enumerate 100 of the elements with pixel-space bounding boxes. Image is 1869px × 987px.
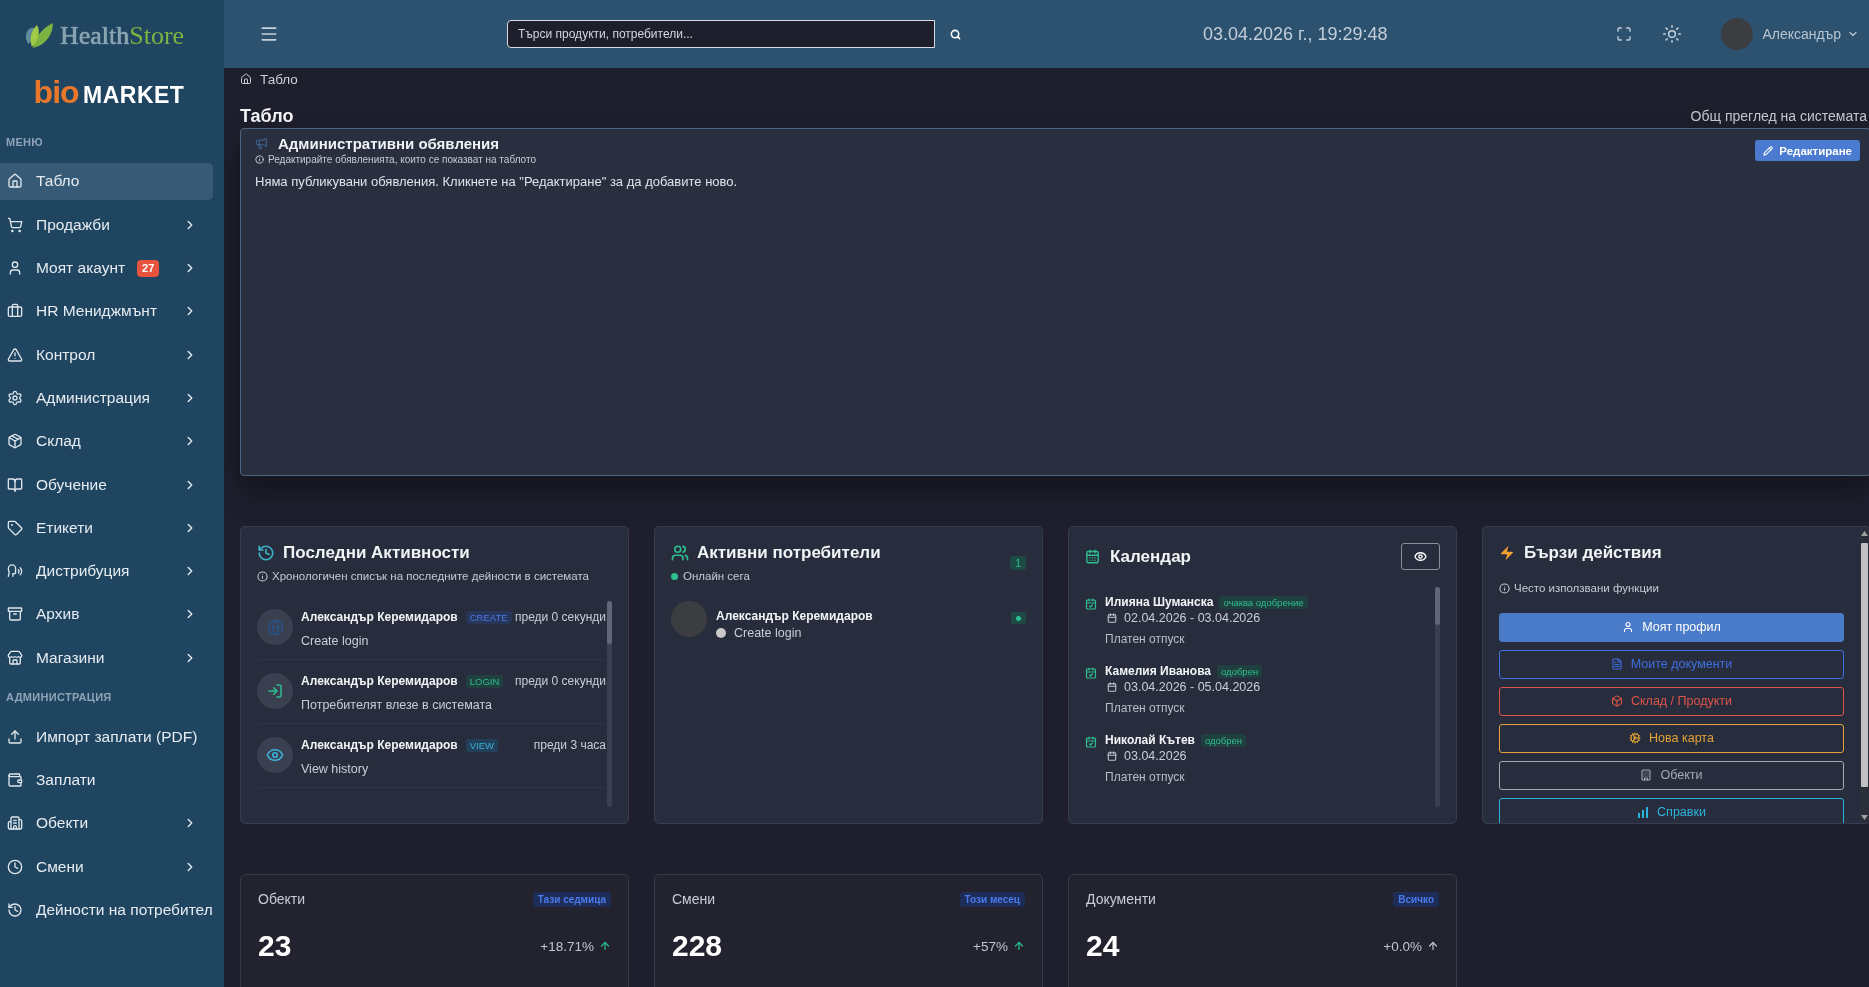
status-dot-icon — [716, 628, 726, 638]
scroll-up-arrow-icon[interactable] — [1861, 531, 1868, 536]
activity-description: Потребителят влезе в системата — [301, 697, 493, 713]
sidebar-item[interactable]: Обекти — [0, 804, 213, 842]
scrollbar[interactable] — [607, 601, 612, 807]
store-icon — [7, 649, 23, 666]
book-icon — [7, 476, 23, 493]
quick-action-button[interactable]: Нова карта — [1499, 724, 1844, 753]
user-name: Александър Керемидаров — [716, 609, 873, 623]
view-button[interactable] — [1401, 543, 1440, 570]
action-tag: VIEW — [465, 738, 498, 752]
employee-name: Николай Кътев — [1105, 733, 1195, 747]
wallet-icon — [7, 772, 23, 789]
search-icon — [949, 28, 961, 40]
sidebar-item[interactable]: Склад — [0, 422, 213, 460]
package-icon — [7, 433, 23, 450]
sun-icon[interactable] — [1661, 24, 1682, 44]
sidebar-item[interactable]: Контрол — [0, 336, 213, 374]
scroll-down-arrow-icon[interactable] — [1861, 815, 1868, 820]
sub-brand-name: bio MARKET — [33, 74, 185, 112]
leaf-logo-icon — [23, 22, 54, 50]
edit-button[interactable]: Редактиране — [1755, 140, 1860, 161]
activity-description: Create login — [301, 633, 370, 649]
action-tag: LOGIN — [465, 674, 504, 688]
archive-icon — [7, 606, 23, 623]
quick-action-button[interactable]: Склад / Продукти — [1499, 687, 1844, 716]
status-tag: очаква одобрение — [1219, 595, 1308, 609]
leave-type: Платен отпуск — [1105, 700, 1185, 716]
calendar-icon — [1107, 682, 1117, 692]
status-dot-icon — [671, 572, 678, 580]
scrollbar[interactable] — [1435, 587, 1440, 807]
fullscreen-icon[interactable] — [1615, 26, 1632, 42]
calendar-icon — [1085, 549, 1100, 564]
info-icon — [1499, 582, 1510, 594]
time-ago: преди 0 секунди — [514, 610, 606, 624]
user-activity: Create login — [734, 626, 802, 640]
user-icon — [7, 260, 23, 277]
quick-action-button[interactable]: Справки — [1499, 798, 1844, 823]
document-icon — [1610, 658, 1623, 671]
search-field[interactable]: Търси продукти, потребители... — [507, 20, 935, 48]
calendar-icon — [1107, 613, 1117, 623]
sidebar-item[interactable]: Импорт заплати (PDF) — [0, 718, 213, 756]
menu-icon[interactable] — [259, 24, 279, 44]
leave-type: Платен отпуск — [1105, 769, 1185, 785]
change-percent: +0.0% — [1383, 938, 1422, 954]
avatar-photo — [1720, 18, 1753, 50]
home-icon — [7, 173, 23, 190]
period-badge: Всичко — [1393, 891, 1439, 907]
quick-action-button[interactable]: Обекти — [1499, 761, 1844, 790]
sidebar-item[interactable]: Етикети — [0, 509, 213, 547]
date-range: 03.04.2026 - 05.04.2026 — [1124, 680, 1261, 694]
users-icon — [671, 544, 689, 562]
bar-chart-icon — [1637, 806, 1650, 819]
brand-name: HealthStore — [59, 20, 185, 52]
stat-title: Обекти — [258, 891, 306, 907]
upload-icon — [7, 728, 23, 745]
history-icon — [257, 544, 275, 562]
info-icon — [255, 154, 264, 164]
panel-title: Административни обявления — [278, 134, 500, 152]
calendar-check-icon — [1085, 598, 1097, 610]
sidebar-item[interactable]: Обучение — [0, 466, 213, 504]
sidebar-item[interactable]: HR Мениджмънт — [0, 292, 213, 330]
user-name: Александър Керемидаров — [301, 738, 458, 752]
sidebar-item[interactable]: Магазини — [0, 639, 213, 677]
section-label: МЕНЮ — [5, 135, 44, 150]
time-ago: преди 3 часа — [533, 738, 606, 752]
user-name[interactable]: Александър — [1762, 26, 1841, 42]
box-icon — [1610, 695, 1623, 708]
calendar-icon — [1107, 751, 1117, 761]
sidebar-item[interactable]: Моят акаунт 27 — [0, 249, 213, 287]
sidebar-item[interactable]: Табло — [0, 163, 213, 200]
megaphone-icon — [255, 136, 268, 150]
sidebar-item[interactable]: Дистрибуция — [0, 552, 213, 590]
breadcrumb-item: Табло — [260, 71, 298, 87]
card-title: Календар — [1110, 546, 1191, 567]
page-subtitle: Общ преглед на системата — [1690, 108, 1868, 124]
card-title: Активни потребители — [697, 543, 881, 563]
stat-title: Документи — [1086, 891, 1156, 907]
scrollbar[interactable] — [1860, 531, 1869, 820]
gear-icon — [1629, 732, 1642, 745]
calendar-check-icon — [1085, 667, 1097, 679]
sidebar-item[interactable]: Продажби — [0, 206, 213, 244]
sidebar-item[interactable]: Архив — [0, 595, 213, 633]
sidebar-item[interactable]: Заплати — [0, 761, 213, 799]
calendar-check-icon — [1085, 736, 1097, 748]
history-icon — [7, 901, 23, 918]
sidebar-item[interactable]: Администрация — [0, 379, 213, 417]
period-badge: Тази седмица — [532, 891, 611, 907]
change-percent: +18.71% — [540, 938, 594, 954]
globe-icon — [257, 609, 293, 645]
action-tag: CREATE — [465, 610, 512, 624]
page-title: Табло — [240, 105, 294, 127]
pencil-icon — [1763, 145, 1774, 156]
date-range: 03.04.2026 — [1124, 749, 1187, 763]
sidebar-item[interactable]: Смени — [0, 848, 213, 886]
status-tag: одобрен — [1217, 664, 1263, 678]
tag-icon — [7, 519, 23, 536]
stat-value: 24 — [1086, 929, 1120, 963]
quick-action-button[interactable]: Моят профил — [1499, 613, 1844, 642]
sidebar-item[interactable]: Дейности на потребител — [0, 891, 213, 929]
